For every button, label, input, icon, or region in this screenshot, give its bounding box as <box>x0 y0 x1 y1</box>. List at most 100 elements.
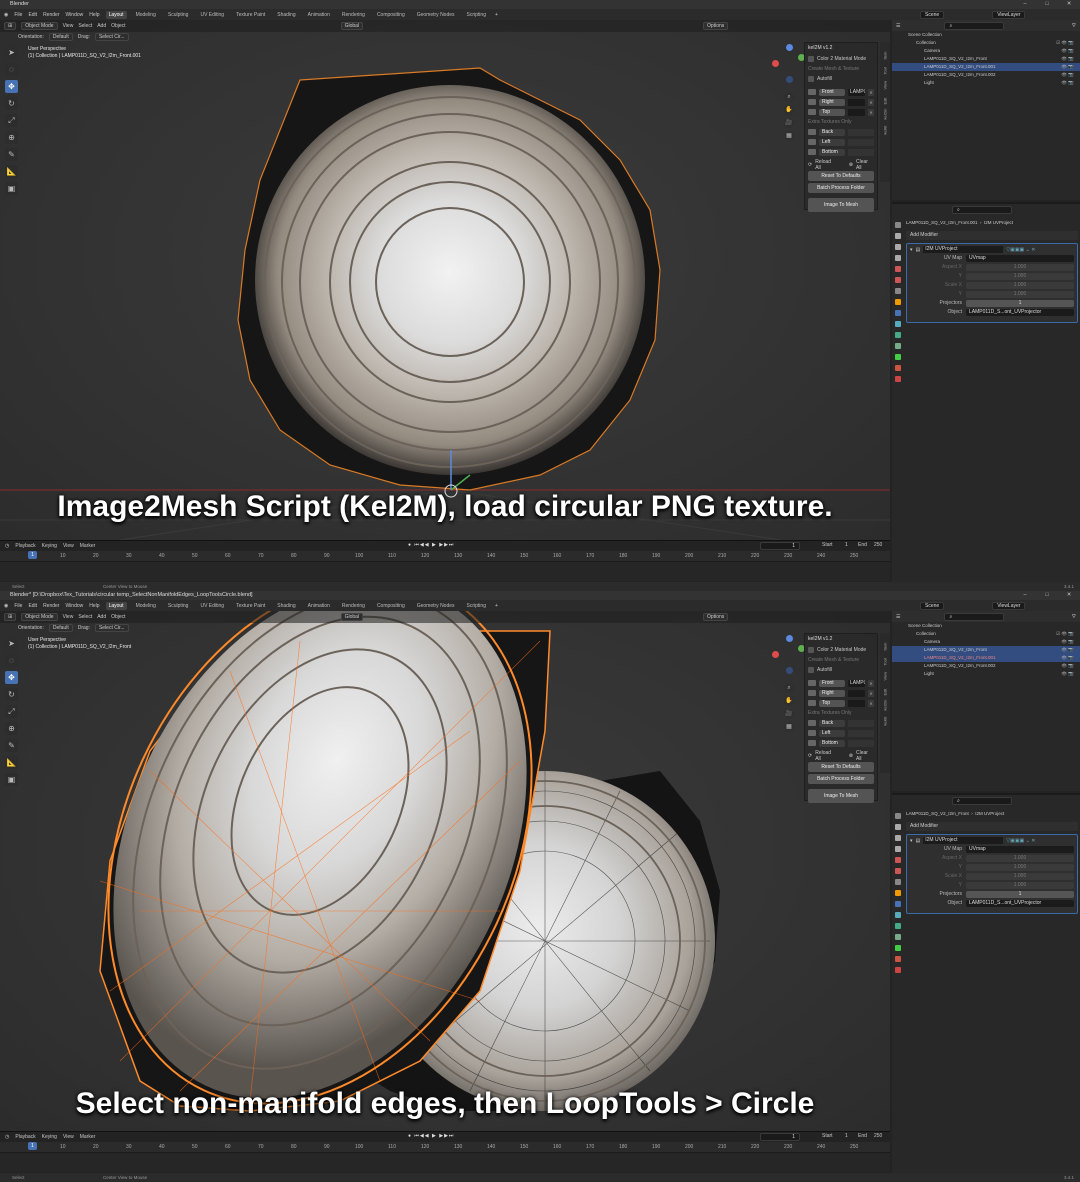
scene-field[interactable]: Scene <box>920 601 945 610</box>
neg-z-axis-icon[interactable] <box>786 667 793 674</box>
reload-icon[interactable]: ⟳ <box>808 753 812 759</box>
visibility-icon[interactable]: 👁 📷 <box>1061 79 1074 87</box>
grid-toggle-icon[interactable]: ▦ <box>784 131 794 141</box>
add-cube-tool-icon[interactable]: ▣ <box>5 182 18 195</box>
expand-arrow-icon[interactable]: ▾ <box>910 247 913 253</box>
playback-controls[interactable]: ● ⏮◀◀ ▶ ▶▶⏭ <box>408 1133 454 1139</box>
marker-menu[interactable]: Marker <box>80 1134 96 1140</box>
zoom-icon[interactable]: ⌕ <box>784 683 794 693</box>
clear-right-icon[interactable]: ✕ <box>868 98 874 106</box>
reload-all-button[interactable]: Reload All <box>815 159 837 171</box>
texture-tab-icon[interactable] <box>895 376 901 382</box>
collection-tab-icon[interactable] <box>895 879 901 885</box>
constraints-tab-icon[interactable] <box>895 934 901 940</box>
transform-orientation-dropdown[interactable]: Global <box>340 613 364 621</box>
constraints-tab-icon[interactable] <box>895 343 901 349</box>
select-menu[interactable]: Select <box>78 614 92 620</box>
scale-y-field[interactable]: 1.000 <box>966 290 1074 298</box>
tab-kei2m[interactable]: keI2m <box>883 109 888 120</box>
visibility-icon[interactable]: 👁 📷 <box>1061 55 1074 63</box>
world-tab-icon[interactable] <box>895 868 901 874</box>
tab-modeling[interactable]: Modeling <box>133 602 159 610</box>
modifier-toggle-icons[interactable]: ▽▣▣▣ ⌄ ✕ <box>1006 838 1035 844</box>
menu-window[interactable]: Window <box>65 603 83 609</box>
start-field[interactable]: 1 <box>845 1133 848 1139</box>
outliner-search-input[interactable]: ⌕ <box>944 21 1005 30</box>
image-to-mesh-button[interactable]: Image To Mesh <box>808 198 874 212</box>
tab-scripting[interactable]: Scripting <box>464 602 489 610</box>
folder-icon[interactable] <box>808 720 816 726</box>
scale-x-field[interactable]: 1.000 <box>966 281 1074 289</box>
visibility-icon[interactable]: 👁 📷 <box>1061 63 1074 71</box>
transform-tool-icon[interactable]: ⊕ <box>5 722 18 735</box>
keying-menu[interactable]: Keying <box>42 1134 57 1140</box>
aspect-y-field[interactable]: 1.000 <box>966 272 1074 280</box>
color2-checkbox[interactable] <box>808 647 814 653</box>
viewlayer-field[interactable]: ViewLayer <box>992 10 1026 19</box>
clear-front-icon[interactable]: ✕ <box>868 679 874 687</box>
view-menu[interactable]: View <box>63 23 74 29</box>
viewlayer-field[interactable]: ViewLayer <box>992 601 1026 610</box>
menu-file[interactable]: File <box>14 603 22 609</box>
outliner-camera[interactable]: Camera 👁 📷 <box>892 638 1080 646</box>
right-image-field[interactable] <box>848 689 865 697</box>
transform-tool-icon[interactable]: ⊕ <box>5 131 18 144</box>
camera-view-icon[interactable]: 🎥 <box>784 709 794 719</box>
tool-tab-icon[interactable] <box>895 222 901 228</box>
outliner-search-input[interactable]: ⌕ <box>944 612 1005 621</box>
maximize-icon[interactable]: □ <box>1036 591 1058 600</box>
clear-all-button[interactable]: Clear All <box>856 750 874 762</box>
scale-x-field[interactable]: 1.000 <box>966 872 1074 880</box>
add-workspace-icon[interactable]: + <box>495 12 498 18</box>
material-tab-icon[interactable] <box>895 365 901 371</box>
tweak-tool-icon[interactable]: ➤ <box>5 637 18 650</box>
neg-z-axis-icon[interactable] <box>786 76 793 83</box>
playhead[interactable]: 1 <box>28 1142 37 1150</box>
z-axis-icon[interactable] <box>786 44 793 51</box>
visibility-icon[interactable]: 👁 📷 <box>1061 662 1074 670</box>
rotate-tool-icon[interactable]: ↻ <box>5 688 18 701</box>
add-menu[interactable]: Add <box>97 23 106 29</box>
folder-icon[interactable] <box>808 109 816 115</box>
grid-toggle-icon[interactable]: ▦ <box>784 722 794 732</box>
reset-defaults-button[interactable]: Reset To Defaults <box>808 762 874 772</box>
select-circle-tool-icon[interactable]: ◌ <box>5 654 18 667</box>
top-image-field[interactable] <box>848 699 865 707</box>
reload-all-button[interactable]: Reload All <box>815 750 837 762</box>
options-button[interactable]: Options <box>703 22 729 30</box>
render-tab-icon[interactable] <box>895 233 901 239</box>
visibility-icon[interactable]: 👁 📷 <box>1061 654 1074 662</box>
scale-tool-icon[interactable]: ⤢ <box>5 114 18 127</box>
orientation-dropdown[interactable]: Default <box>48 33 73 41</box>
menu-file[interactable]: File <box>14 12 22 18</box>
top-projector-button[interactable]: Top <box>819 699 845 707</box>
folder-icon[interactable] <box>808 89 816 95</box>
right-projector-button[interactable]: Right <box>819 689 845 697</box>
object-field[interactable]: LAMP011D_S...ont_UVProjector <box>966 899 1074 907</box>
timeline-view-menu[interactable]: View <box>63 1134 74 1140</box>
clear-right-icon[interactable]: ✕ <box>868 689 874 697</box>
tool-tab-icon[interactable] <box>895 813 901 819</box>
outliner-light[interactable]: Light 👁 📷 <box>892 79 1080 87</box>
menu-edit[interactable]: Edit <box>28 603 37 609</box>
physics-tab-icon[interactable] <box>895 923 901 929</box>
timeline-tracks[interactable] <box>0 1152 890 1172</box>
texture-tab-icon[interactable] <box>895 967 901 973</box>
menu-edit[interactable]: Edit <box>28 12 37 18</box>
pan-hand-icon[interactable]: ✋ <box>784 105 794 115</box>
modifier-tab-icon[interactable] <box>895 310 901 316</box>
data-tab-icon[interactable] <box>895 945 901 951</box>
right-image-field[interactable] <box>848 98 865 106</box>
x-axis-icon[interactable] <box>772 651 779 658</box>
color2-checkbox[interactable] <box>808 56 814 62</box>
clear-front-icon[interactable]: ✕ <box>868 88 874 96</box>
tab-animation[interactable]: Animation <box>305 602 333 610</box>
visibility-icon[interactable]: 👁 📷 <box>1061 47 1074 55</box>
view-menu[interactable]: View <box>63 614 74 620</box>
tab-edit[interactable]: Edit <box>883 686 888 696</box>
end-field[interactable]: 250 <box>874 1133 882 1139</box>
modifier-name-field[interactable]: I2M UVProject <box>923 837 1004 844</box>
z-axis-icon[interactable] <box>786 635 793 642</box>
outliner-scene-collection[interactable]: Scene Collection <box>892 622 1080 630</box>
outliner-editor-icon[interactable]: ☰ <box>896 23 900 29</box>
